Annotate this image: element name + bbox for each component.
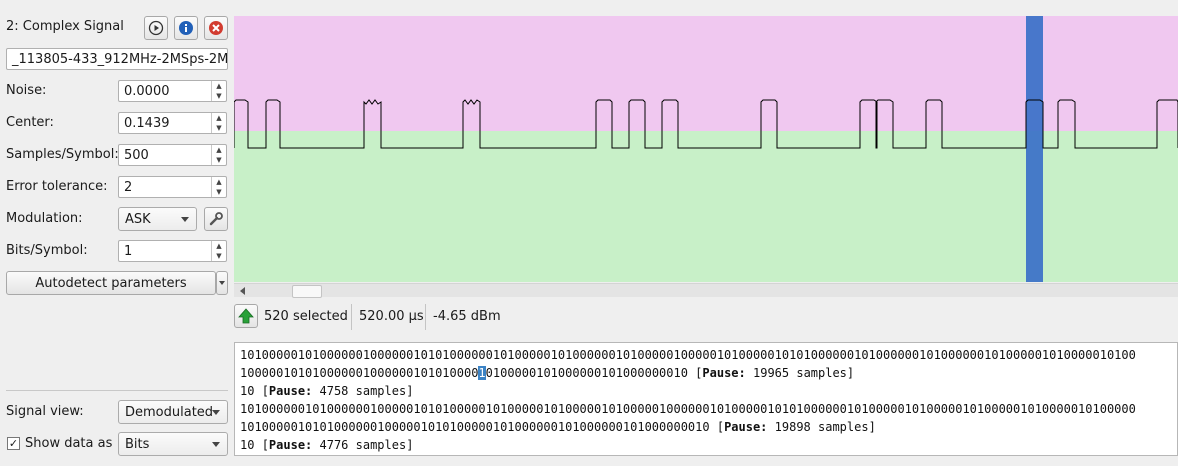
horizontal-scrollbar[interactable]: [234, 283, 1178, 298]
signal-plot[interactable]: [234, 16, 1178, 282]
chevron-down-icon: [219, 281, 225, 285]
data-bits: 1010000010101000000100000101010000010100…: [240, 420, 717, 434]
filename-field[interactable]: _113805-433_912MHz-2MSps-2MHz: [6, 48, 228, 70]
show-data-value: Bits: [125, 436, 150, 452]
scroll-left-icon[interactable]: [240, 287, 245, 295]
modulation-value: ASK: [125, 211, 151, 227]
selected-count: 520: [264, 309, 289, 324]
data-bit-cursor: 1: [478, 366, 486, 380]
show-data-label: Show data as: [25, 436, 113, 451]
data-line: 10 [Pause: 4758 samples]: [235, 382, 1177, 400]
pause-bracket: [: [716, 420, 725, 434]
pause-samples: 4758 samples]: [312, 384, 414, 398]
error-tolerance-value: 2: [124, 179, 133, 195]
demodulated-signal-graph[interactable]: [234, 16, 1178, 282]
center-spinbox[interactable]: 0.1439 ▲ ▼: [118, 112, 227, 134]
data-bits: 0100000101000000101000000010: [485, 366, 696, 380]
autodetect-button[interactable]: Autodetect parameters: [6, 271, 216, 295]
data-line: 1000001010100000010000001010100001010000…: [235, 364, 1177, 382]
play-circle-icon: [148, 20, 164, 36]
data-bits: 1010000001010000001000001010100000101000…: [240, 402, 1136, 416]
spin-up-icon[interactable]: ▲: [212, 113, 226, 123]
modulation-settings-button[interactable]: [204, 207, 228, 231]
pause-keyword: Pause:: [702, 366, 746, 380]
selection-highlight[interactable]: [1026, 16, 1043, 282]
info-button[interactable]: [174, 16, 198, 40]
spin-up-icon[interactable]: ▲: [212, 81, 226, 91]
samples-per-symbol-spinbox[interactable]: 500 ▲ ▼: [118, 144, 227, 166]
signal-view-select[interactable]: Demodulated: [118, 400, 228, 424]
pause-bracket: [: [261, 384, 269, 398]
spin-down-icon[interactable]: ▼: [212, 251, 226, 261]
pause-samples: 4776 samples]: [312, 438, 414, 452]
spin-down-icon[interactable]: ▼: [212, 123, 226, 133]
chevron-down-icon: [181, 217, 189, 222]
signal-view-label: Signal view:: [6, 404, 84, 419]
pause-keyword: Pause:: [724, 420, 768, 434]
noise-value: 0.0000: [124, 83, 170, 99]
pause-keyword: Pause:: [268, 384, 313, 398]
demodulated-data-view[interactable]: 1010000010100000010000001010100000010100…: [234, 342, 1178, 456]
divider: [6, 390, 228, 391]
spin-down-icon[interactable]: ▼: [212, 187, 226, 197]
error-tolerance-label: Error tolerance:: [6, 179, 108, 194]
spin-down-icon[interactable]: ▼: [212, 155, 226, 165]
center-label: Center:: [6, 115, 54, 130]
modulation-label: Modulation:: [6, 211, 83, 226]
data-line: 1010000001010000001000001010100000101000…: [235, 400, 1177, 418]
modulation-select[interactable]: ASK: [118, 207, 197, 231]
center-value: 0.1439: [124, 115, 170, 131]
info-icon: [179, 21, 193, 35]
selection-duration: 520.00 µs: [359, 309, 424, 324]
samples-per-symbol-label: Samples/Symbol:: [6, 147, 119, 162]
scrollbar-thumb[interactable]: [292, 285, 322, 298]
show-data-select[interactable]: Bits: [118, 432, 228, 456]
data-line: 1010000010100000010000001010100000010100…: [235, 346, 1177, 364]
divider: [425, 304, 426, 330]
noise-label: Noise:: [6, 83, 47, 98]
divider: [351, 304, 352, 330]
show-data-checkbox[interactable]: ✓: [7, 437, 20, 450]
replay-button[interactable]: [144, 16, 168, 40]
zoom-to-selection-button[interactable]: [234, 304, 258, 328]
data-bits: 10: [240, 438, 262, 452]
data-bits: 10: [240, 384, 262, 398]
autodetect-menu-button[interactable]: [216, 271, 228, 295]
data-line: 10 [Pause: 4776 samples]: [235, 436, 1177, 454]
bps-value: 1: [124, 243, 133, 259]
pause-bracket: [: [261, 438, 269, 452]
chevron-down-icon: [212, 410, 220, 415]
spin-down-icon[interactable]: ▼: [212, 91, 226, 101]
selected-label: selected: [293, 309, 348, 324]
data-bits: 100000101010000001000000101010000: [240, 366, 479, 380]
wrench-icon: [209, 212, 223, 226]
chevron-down-icon: [212, 442, 220, 447]
spin-up-icon[interactable]: ▲: [212, 177, 226, 187]
spin-up-icon[interactable]: ▲: [212, 145, 226, 155]
pause-samples: 19898 samples]: [767, 420, 876, 434]
green-up-arrow-icon: [238, 308, 254, 324]
signal-view-value: Demodulated: [125, 404, 214, 420]
error-tolerance-spinbox[interactable]: 2 ▲ ▼: [118, 176, 227, 198]
bits-per-symbol-label: Bits/Symbol:: [6, 243, 88, 258]
pause-keyword: Pause:: [268, 438, 313, 452]
signal-title: 2: Complex Signal: [6, 19, 124, 34]
pause-samples: 19965 samples]: [745, 366, 855, 380]
sps-value: 500: [124, 147, 149, 163]
close-button[interactable]: [204, 16, 228, 40]
data-bits: 1010000010100000010000001010100000010100…: [240, 348, 1136, 362]
spin-up-icon[interactable]: ▲: [212, 241, 226, 251]
noise-spinbox[interactable]: 0.0000 ▲ ▼: [118, 80, 227, 102]
selection-power: -4.65 dBm: [433, 309, 501, 324]
bits-per-symbol-spinbox[interactable]: 1 ▲ ▼: [118, 240, 227, 262]
close-red-icon: [209, 21, 223, 35]
checkmark-icon: ✓: [8, 437, 19, 450]
data-line: 1010000010101000000100000101010000010100…: [235, 418, 1177, 436]
